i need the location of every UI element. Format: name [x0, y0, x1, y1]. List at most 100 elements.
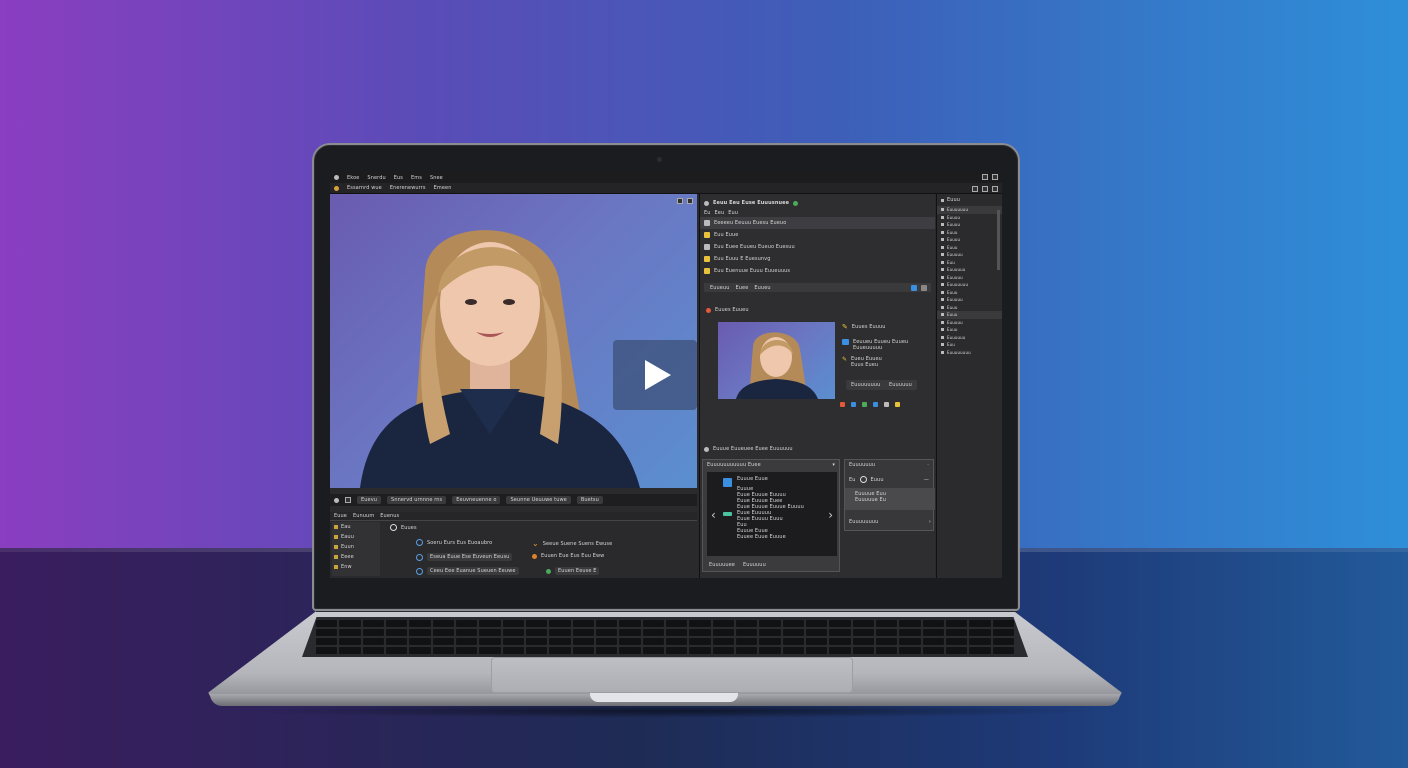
- track-row[interactable]: Euuen Eeuse E: [546, 567, 600, 575]
- control-button[interactable]: Eeuvneuenne o: [452, 496, 501, 504]
- color-swatch[interactable]: [873, 402, 878, 407]
- tab-timeline[interactable]: Euue: [334, 513, 347, 519]
- checkbox-icon[interactable]: [941, 335, 944, 339]
- control-button[interactable]: Buetsu: [576, 496, 603, 504]
- video-viewer[interactable]: [330, 194, 697, 488]
- stop-icon[interactable]: [345, 497, 351, 503]
- sidebar-item[interactable]: Euuu: [937, 244, 1002, 252]
- sidebar-item[interactable]: Euuu: [937, 289, 1002, 297]
- fullscreen-icon[interactable]: [677, 198, 683, 204]
- checkbox-icon[interactable]: [941, 253, 944, 257]
- pencil-icon[interactable]: ✎: [842, 356, 847, 363]
- menu-item[interactable]: Ekoe: [347, 175, 359, 181]
- checkbox-icon[interactable]: [941, 230, 944, 234]
- color-swatch[interactable]: [884, 402, 889, 407]
- track-row[interactable]: Euues: [390, 524, 417, 531]
- pencil-icon[interactable]: ✎: [842, 323, 848, 331]
- menu-item[interactable]: Eus: [394, 175, 403, 181]
- list-view-icon[interactable]: [921, 284, 927, 291]
- prev-icon[interactable]: ‹: [711, 508, 716, 522]
- layer-item[interactable]: Euun: [332, 542, 380, 552]
- checkbox-icon[interactable]: [941, 275, 944, 279]
- layer-item[interactable]: Eauu: [332, 532, 380, 542]
- checkbox-icon[interactable]: [941, 290, 944, 294]
- checkbox-icon[interactable]: [941, 328, 944, 332]
- minus-icon[interactable]: —: [924, 477, 929, 483]
- sidebar-item[interactable]: Euuuuu: [937, 319, 1002, 327]
- list-item[interactable]: Euu Euenuue Euuu Euueuuus: [700, 265, 935, 277]
- color-swatch[interactable]: [895, 402, 900, 407]
- chevron-down-icon[interactable]: ▾: [832, 462, 835, 468]
- sidebar-item[interactable]: Euuuu: [937, 221, 1002, 229]
- checkbox-icon[interactable]: [941, 305, 944, 309]
- tab-item[interactable]: Euuu: [871, 477, 884, 483]
- menu-item[interactable]: Snee: [430, 175, 443, 181]
- dialog-button[interactable]: Euuuuuee: [709, 562, 735, 568]
- list-item[interactable]: Euu Euue: [700, 229, 935, 241]
- sidebar-item[interactable]: Euuu: [937, 304, 1002, 312]
- layer-item[interactable]: Eeee: [332, 552, 380, 562]
- play-button[interactable]: [613, 340, 697, 410]
- track-row[interactable]: ⌄ Seeue Suene Suens Ewuse: [532, 539, 612, 548]
- sidebar-item[interactable]: Euu: [937, 259, 1002, 267]
- clock-icon[interactable]: [859, 476, 867, 483]
- export-icon[interactable]: [982, 186, 988, 192]
- maximize-icon[interactable]: [992, 174, 998, 180]
- checkbox-icon[interactable]: [941, 343, 944, 347]
- sidebar-item[interactable]: Euuuuuu: [937, 266, 1002, 274]
- sidebar-item[interactable]: Euuu: [937, 326, 1002, 334]
- color-swatch[interactable]: [851, 402, 856, 407]
- toolbar-item[interactable]: Essarnrd wue: [347, 185, 382, 191]
- menu-item[interactable]: Snerdu: [367, 175, 385, 181]
- sidebar-item[interactable]: Euuuuu: [937, 296, 1002, 304]
- control-button[interactable]: Snnervd urnnne rns: [387, 496, 447, 504]
- preview-thumbnail[interactable]: [718, 322, 835, 399]
- tab-item[interactable]: Eu: [849, 477, 856, 483]
- checkbox-icon[interactable]: [941, 245, 944, 249]
- sidebar-item[interactable]: Euu: [937, 341, 1002, 349]
- track-row[interactable]: Soeru Eurs Eus Euoaubro: [416, 539, 492, 546]
- close-icon[interactable]: ·: [927, 462, 929, 468]
- share-icon[interactable]: [972, 186, 978, 192]
- checkbox-icon[interactable]: [941, 313, 944, 317]
- filter-bar[interactable]: Euueuu Euee Euueu: [704, 283, 931, 292]
- scrollbar[interactable]: [997, 210, 1000, 270]
- control-button[interactable]: Euevu: [357, 496, 382, 504]
- layer-item[interactable]: Enw: [332, 562, 380, 572]
- toolbar-item[interactable]: Enerenewurrs: [390, 185, 426, 191]
- sidebar-item[interactable]: Euuuuuuuu: [937, 349, 1002, 357]
- checkbox-icon[interactable]: [941, 320, 944, 324]
- checkbox-icon[interactable]: [941, 268, 944, 272]
- checkbox-icon[interactable]: [941, 283, 944, 287]
- grid-view-icon[interactable]: [911, 284, 917, 291]
- action-button[interactable]: Euuuuuuuu: [846, 380, 886, 390]
- track-row[interactable]: Ceeu Eee Euanue Sueuen Eeuwe: [416, 567, 519, 575]
- track-row[interactable]: Euuen Eue Eus Euu Eww: [532, 553, 604, 559]
- tab-timeline[interactable]: Euenus: [380, 513, 399, 519]
- settings-icon[interactable]: [334, 497, 339, 503]
- tab-timeline[interactable]: Eunuum: [353, 513, 374, 519]
- checkbox-icon[interactable]: [941, 238, 944, 242]
- sidebar-item[interactable]: Euuuuuuu: [937, 281, 1002, 289]
- sidebar-item[interactable]: Euuuuu: [937, 251, 1002, 259]
- control-button[interactable]: Seunne Ueuuwe tuwe: [506, 496, 571, 504]
- list-item[interactable]: Euu Euuu E Euesunvg: [700, 253, 935, 265]
- dialog-button[interactable]: Euuuuuu: [743, 562, 766, 568]
- popout-icon[interactable]: [687, 198, 693, 204]
- color-swatch[interactable]: [862, 402, 867, 407]
- sidebar-item[interactable]: Euuuuu: [937, 274, 1002, 282]
- settings-icon[interactable]: [992, 186, 998, 192]
- sidebar-item[interactable]: Euuuu: [937, 236, 1002, 244]
- list-item[interactable]: Eeeeeu Eeuuu Euesu Eueuo: [700, 217, 935, 229]
- checkbox-icon[interactable]: [941, 208, 944, 212]
- sidebar-item[interactable]: Euuu: [937, 229, 1002, 237]
- toolbar-item[interactable]: Emeen: [434, 185, 452, 191]
- checkbox-icon[interactable]: [941, 215, 944, 219]
- checkbox-icon[interactable]: [941, 223, 944, 227]
- dropdown-menu[interactable]: Euuuue Euu Euuuuue Eu: [845, 488, 935, 510]
- action-button[interactable]: Euuuuuu: [884, 380, 917, 390]
- chevron-right-icon[interactable]: ›: [929, 519, 931, 525]
- checkbox-icon[interactable]: [941, 350, 944, 354]
- color-swatch[interactable]: [840, 402, 845, 407]
- next-icon[interactable]: ›: [828, 508, 833, 522]
